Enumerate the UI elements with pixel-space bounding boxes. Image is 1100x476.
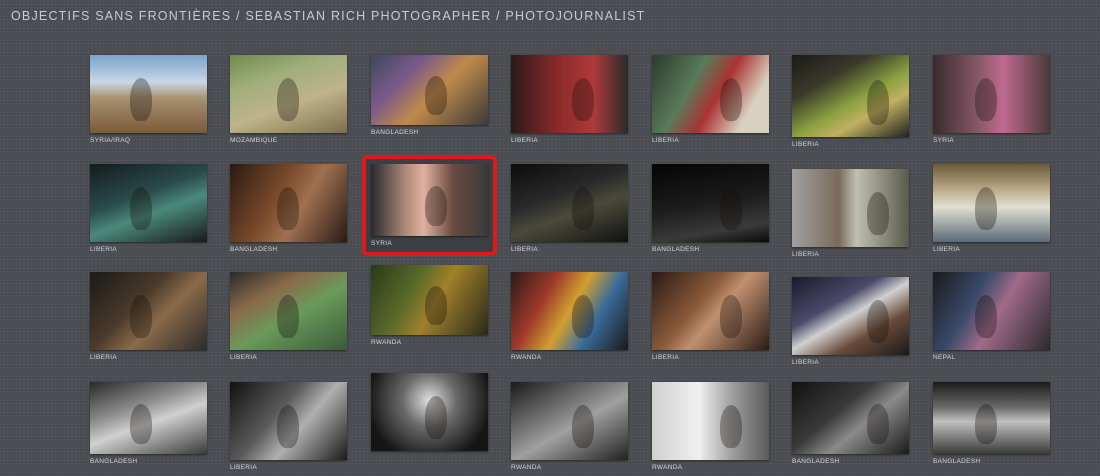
thumbnail-image [371, 164, 488, 236]
gallery-thumbnail[interactable]: LIBERIA [792, 55, 909, 148]
thumbnail-image [230, 382, 347, 460]
thumbnail-caption: BANGLADESH [933, 458, 981, 465]
gallery-thumbnail[interactable]: LIBERIA [230, 272, 347, 361]
thumbnail-caption: RWANDA [511, 464, 542, 471]
thumbnail-image [230, 272, 347, 350]
thumbnail-image [652, 164, 769, 242]
gallery-thumbnail[interactable]: MOZAMBIQUE [230, 55, 347, 144]
thumbnail-caption: LIBERIA [792, 359, 820, 366]
gallery-thumbnail[interactable]: Syria [933, 55, 1050, 144]
gallery-thumbnail-highlighted[interactable]: SYRIA [362, 155, 497, 256]
thumbnail-caption: BANGLADESH [90, 458, 138, 465]
thumbnail-caption: LIBERIA [230, 464, 258, 471]
thumbnail-image [792, 55, 909, 137]
thumbnail-caption: BANGLADESH [371, 129, 419, 136]
thumbnail-image [792, 277, 909, 355]
gallery-thumbnail[interactable]: RWANDA [511, 272, 628, 361]
thumbnail-image [652, 272, 769, 350]
thumbnail-image [90, 164, 207, 242]
thumbnail-image [933, 382, 1050, 454]
thumbnail-caption: LIBERIA [511, 137, 539, 144]
gallery-thumbnail[interactable]: NEPAL [933, 272, 1050, 361]
thumbnail-caption: RWANDA [652, 464, 683, 471]
thumbnail-image [371, 55, 488, 125]
thumbnail-image [792, 169, 909, 247]
thumbnail-caption: RWANDA [371, 339, 402, 346]
gallery-thumbnail[interactable]: BANGLADESH [371, 55, 488, 136]
thumbnail-caption: RWANDA [511, 354, 542, 361]
thumbnail-caption: NEPAL [933, 354, 956, 361]
gallery-thumbnail[interactable]: BANGLADESH [230, 164, 347, 253]
thumbnail-caption: LIBERIA [792, 251, 820, 258]
gallery-thumbnail[interactable]: BANGLADESH [933, 382, 1050, 465]
photo-gallery: SYRIA/IRAQ MOZAMBIQUE BANGLADESH LIBERIA LIB… [0, 0, 1100, 476]
gallery-thumbnail[interactable]: LIBERIA [511, 164, 628, 253]
thumbnail-caption: SYRIA [371, 240, 393, 247]
thumbnail-image [371, 265, 488, 335]
thumbnail-caption: LIBERIA [792, 141, 820, 148]
thumbnail-image [511, 272, 628, 350]
thumbnail-image [90, 55, 207, 133]
gallery-thumbnail[interactable]: LIBERIA [792, 277, 909, 366]
gallery-thumbnail[interactable]: LIBERIA [90, 164, 207, 253]
thumbnail-caption: Syria [933, 137, 955, 144]
thumbnail-caption: LIBERIA [511, 246, 539, 253]
gallery-thumbnail[interactable]: LIBERIA [511, 55, 628, 144]
gallery-thumbnail[interactable]: BANGLADESH [792, 382, 909, 465]
gallery-thumbnail[interactable]: SYRIA/IRAQ [90, 55, 207, 144]
thumbnail-image [371, 373, 488, 451]
thumbnail-image [933, 164, 1050, 242]
thumbnail-caption: BANGLADESH [792, 458, 840, 465]
thumbnail-image [652, 382, 769, 460]
thumbnail-image [90, 272, 207, 350]
thumbnail-caption: LIBERIA [933, 246, 961, 253]
gallery-thumbnail[interactable]: LIBERIA [90, 272, 207, 361]
gallery-thumbnail[interactable]: BANGLADESH [90, 382, 207, 465]
gallery-thumbnail[interactable]: LIBERIA [792, 169, 909, 258]
thumbnail-image [90, 382, 207, 454]
gallery-thumbnail[interactable]: LIBERIA [652, 55, 769, 144]
thumbnail-caption: LIBERIA [652, 137, 680, 144]
thumbnail-image [511, 55, 628, 133]
gallery-thumbnail[interactable]: BANGLADESH [652, 164, 769, 253]
thumbnail-image [792, 382, 909, 454]
thumbnail-caption: SYRIA/IRAQ [90, 137, 131, 144]
thumbnail-caption: BANGLADESH [652, 246, 700, 253]
thumbnail-image [652, 55, 769, 133]
thumbnail-image [511, 164, 628, 242]
gallery-thumbnail[interactable]: RWANDA [511, 382, 628, 471]
gallery-thumbnail[interactable]: LIBERIA [652, 272, 769, 361]
thumbnail-image [230, 55, 347, 133]
gallery-thumbnail[interactable]: LIBERIA [230, 382, 347, 471]
thumbnail-image [511, 382, 628, 460]
thumbnail-caption: LIBERIA [90, 246, 118, 253]
gallery-thumbnail[interactable] [371, 373, 488, 455]
thumbnail-caption: LIBERIA [90, 354, 118, 361]
thumbnail-image [933, 55, 1050, 133]
thumbnail-caption: BANGLADESH [230, 246, 278, 253]
gallery-thumbnail[interactable]: LIBERIA [933, 164, 1050, 253]
thumbnail-caption: MOZAMBIQUE [230, 137, 278, 144]
thumbnail-image [230, 164, 347, 242]
thumbnail-image [933, 272, 1050, 350]
thumbnail-caption: LIBERIA [652, 354, 680, 361]
gallery-thumbnail[interactable]: RWANDA [652, 382, 769, 471]
thumbnail-caption: LIBERIA [230, 354, 258, 361]
gallery-thumbnail[interactable]: RWANDA [371, 265, 488, 346]
